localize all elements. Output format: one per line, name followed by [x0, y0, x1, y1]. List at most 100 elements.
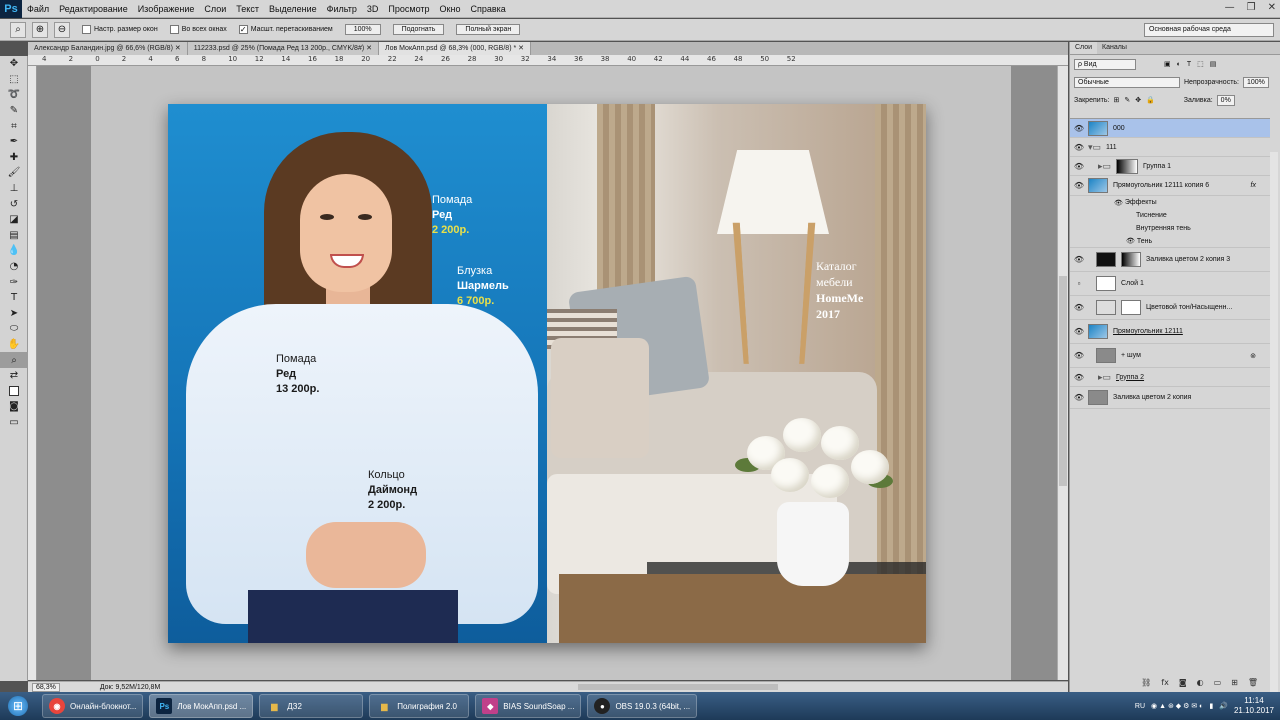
- language-indicator[interactable]: RU: [1135, 703, 1145, 710]
- scrubby-zoom-checkbox[interactable]: ✓ Масшт. перетаскиванием: [238, 25, 333, 34]
- doc-size[interactable]: Док: 9,52M/120,8M: [100, 684, 160, 691]
- blend-mode-select[interactable]: Обычные: [1074, 76, 1180, 88]
- artboard[interactable]: Помада Ред 2 200р. Блузка Шармель 6 700р…: [168, 104, 926, 643]
- dodge-tool-icon[interactable]: ◔: [0, 259, 28, 275]
- eye-icon[interactable]: 👁: [1070, 124, 1088, 133]
- tray-icons[interactable]: ◉ ▲ ⊛ ◆ ⚙ ✉ ◐: [1151, 702, 1203, 710]
- menu-window[interactable]: Окно: [435, 4, 466, 14]
- zoom-in-icon[interactable]: ⊕: [32, 21, 48, 38]
- tab-lov-mockapp[interactable]: Лов МокАпп.psd @ 68,3% (000, RGB/8) * ✕: [379, 42, 532, 55]
- zoom-100-button[interactable]: 100%: [344, 24, 381, 35]
- horizontal-scroll-thumb[interactable]: [578, 684, 778, 690]
- volume-icon[interactable]: 🔊: [1219, 702, 1228, 710]
- network-icon[interactable]: ▮: [1209, 702, 1213, 710]
- filter-icons[interactable]: ▣◐T⬚▤: [1164, 60, 1222, 68]
- quick-mask-icon[interactable]: ◙: [0, 399, 28, 415]
- marquee-tool-icon[interactable]: ⬚: [0, 72, 28, 88]
- new-layer-icon[interactable]: ⊞: [1231, 678, 1238, 690]
- workspace-select[interactable]: Основная рабочая среда: [1144, 23, 1274, 37]
- eraser-tool-icon[interactable]: ◪: [0, 212, 28, 228]
- stamp-tool-icon[interactable]: ⊥: [0, 181, 28, 197]
- minimize-button[interactable]: —: [1225, 2, 1235, 13]
- menu-view[interactable]: Просмотр: [383, 4, 434, 14]
- history-brush-tool-icon[interactable]: ↺: [0, 196, 28, 212]
- tab-balandin[interactable]: Александр Баландин.jpg @ 66,6% (RGB/8) ✕: [28, 42, 188, 55]
- fx-icon[interactable]: fx: [1251, 182, 1256, 189]
- new-group-icon[interactable]: ▭: [1214, 678, 1222, 690]
- color-swatches-icon[interactable]: [0, 383, 28, 399]
- healing-tool-icon[interactable]: ✚: [0, 150, 28, 166]
- eye-icon[interactable]: 👁: [1070, 255, 1088, 264]
- menu-select[interactable]: Выделение: [264, 4, 322, 14]
- canvas-area[interactable]: Помада Ред 2 200р. Блузка Шармель 6 700р…: [37, 66, 1057, 680]
- eye-icon[interactable]: 👁: [1070, 143, 1088, 152]
- menu-help[interactable]: Справка: [465, 4, 510, 14]
- task-photoshop[interactable]: Ps Лов МокАпп.psd ...: [149, 694, 254, 718]
- opacity-field[interactable]: 100%: [1243, 76, 1269, 88]
- hand-tool-icon[interactable]: ✋: [0, 337, 28, 353]
- vertical-scrollbar[interactable]: [1057, 66, 1068, 680]
- add-mask-icon[interactable]: ◙: [1179, 678, 1187, 690]
- menu-3d[interactable]: 3D: [362, 4, 384, 14]
- layer-row[interactable]: 👁 Цветовой тон/Насыщенн...: [1070, 296, 1270, 320]
- resize-windows-checkbox[interactable]: Настр. размер окон: [82, 25, 158, 34]
- task-chrome[interactable]: ◉ Онлайн-блокнот...: [42, 694, 144, 718]
- type-tool-icon[interactable]: T: [0, 290, 28, 306]
- layer-row[interactable]: 👁 + шум ⊚: [1070, 344, 1270, 368]
- scroll-thumb[interactable]: [1059, 276, 1067, 486]
- layer-row[interactable]: 👁 ▾▭ 111: [1070, 138, 1270, 157]
- layer-row[interactable]: 👁 ▸▭ Группа 2: [1070, 368, 1270, 387]
- eye-icon[interactable]: 👁: [1126, 237, 1137, 245]
- zoom-level[interactable]: 68,3%: [32, 682, 60, 692]
- task-folder-poligrafiya[interactable]: ▆ Полиграфия 2.0: [369, 694, 470, 718]
- zoom-out-icon[interactable]: ⊖: [54, 21, 70, 38]
- layer-row[interactable]: 👁 ▸▭ Группа 1: [1070, 157, 1270, 176]
- quick-select-tool-icon[interactable]: ✎: [0, 103, 28, 119]
- task-folder-dz2[interactable]: ▆ ДЗ2: [259, 694, 364, 718]
- gradient-tool-icon[interactable]: ▤: [0, 228, 28, 244]
- tab-layers[interactable]: Слои: [1070, 42, 1098, 54]
- menu-text[interactable]: Текст: [231, 4, 264, 14]
- smart-filter-icon[interactable]: ⊚: [1250, 352, 1256, 360]
- fill-screen-button[interactable]: Полный экран: [456, 24, 521, 35]
- task-obs[interactable]: ● OBS 19.0.3 (64bit, ...: [587, 694, 698, 718]
- layer-row[interactable]: 👁 Прямоугольник 12111 копия 6 fx: [1070, 176, 1270, 196]
- eye-icon[interactable]: 👁: [1070, 162, 1088, 171]
- move-tool-icon[interactable]: ✥: [0, 56, 28, 72]
- eye-icon[interactable]: 👁: [1070, 181, 1088, 190]
- crop-tool-icon[interactable]: ⌗: [0, 118, 28, 134]
- zoom-tool-icon[interactable]: ⌕: [10, 21, 26, 38]
- layer-row[interactable]: 👁 Заливка цветом 2 копия: [1070, 387, 1270, 409]
- menu-layers[interactable]: Слои: [199, 4, 231, 14]
- tab-channels[interactable]: Каналы: [1097, 42, 1132, 54]
- lock-icons[interactable]: ⊞✎✥🔒: [1113, 96, 1159, 104]
- effect-item-shadow[interactable]: 👁 Тень: [1070, 235, 1270, 248]
- layer-row[interactable]: 👁 000: [1070, 119, 1270, 138]
- link-layers-icon[interactable]: ⛓: [1141, 678, 1151, 690]
- layer-row[interactable]: 👁 Прямоугольник 12111: [1070, 320, 1270, 344]
- start-button[interactable]: ⊞: [0, 692, 36, 720]
- all-windows-checkbox[interactable]: Во всех окнах: [169, 25, 227, 34]
- swap-colors-icon[interactable]: ⇄: [0, 368, 28, 384]
- brush-tool-icon[interactable]: 🖌: [0, 165, 28, 181]
- tab-112233[interactable]: 112233.psd @ 25% (Помада Ред 13 200р., C…: [187, 42, 379, 55]
- pen-tool-icon[interactable]: ✑: [0, 274, 28, 290]
- eye-icon[interactable]: 👁: [1070, 303, 1088, 312]
- menu-file[interactable]: Файл: [22, 4, 54, 14]
- eye-icon[interactable]: 👁: [1070, 393, 1088, 402]
- add-style-icon[interactable]: fx: [1161, 678, 1169, 690]
- shape-tool-icon[interactable]: ⬭: [0, 321, 28, 337]
- layers-scrollbar[interactable]: [1270, 152, 1278, 692]
- eye-icon[interactable]: 👁: [1114, 199, 1125, 207]
- menu-image[interactable]: Изображение: [133, 4, 200, 14]
- fit-screen-button[interactable]: Подогнать: [392, 24, 445, 35]
- fill-field[interactable]: 0%: [1216, 94, 1235, 106]
- layer-row[interactable]: 👁 Заливка цветом 2 копия 3: [1070, 248, 1270, 272]
- blur-tool-icon[interactable]: 💧: [0, 243, 28, 259]
- effect-item[interactable]: Внутренняя тень: [1070, 222, 1270, 235]
- maximize-button[interactable]: ❐: [1247, 2, 1256, 13]
- filter-select[interactable]: ρ Вид: [1074, 58, 1136, 70]
- effect-item[interactable]: Тиснение: [1070, 209, 1270, 222]
- eyedropper-tool-icon[interactable]: ✒: [0, 134, 28, 150]
- task-bias-soundsoap[interactable]: ◆ BIAS SoundSoap ...: [475, 694, 582, 718]
